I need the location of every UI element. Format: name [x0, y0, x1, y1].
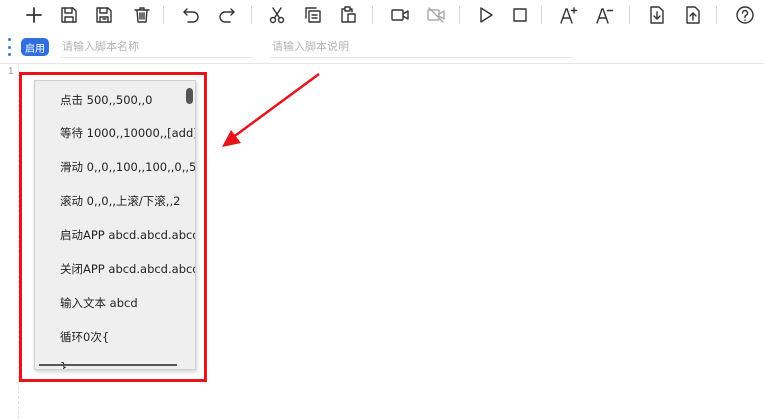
save-as-button[interactable] [92, 3, 116, 27]
scissors-icon [269, 7, 285, 24]
autocomplete-item[interactable]: 启动APP abcd.abcd.abcd [60, 227, 195, 247]
vertical-scrollbar[interactable] [186, 88, 193, 104]
delete-button[interactable] [130, 3, 154, 27]
font-decrease-icon [596, 8, 614, 24]
undo-icon [183, 8, 199, 23]
play-icon [480, 7, 493, 23]
autocomplete-item[interactable]: 滑动 0,,0,,100,,100,,0,,500 [60, 159, 195, 179]
save-button[interactable] [57, 3, 81, 27]
font-increase-icon [560, 7, 578, 24]
autocomplete-item[interactable]: 输入文本 abcd [60, 295, 138, 315]
autocomplete-dropdown: 点击 500,,500,,0 等待 1000,,10000,,[add] 滑动 … [34, 80, 196, 370]
line-gutter [0, 64, 18, 419]
run-button[interactable] [474, 3, 498, 27]
copy-button[interactable] [301, 3, 325, 27]
export-button[interactable] [681, 3, 705, 27]
stop-icon [513, 8, 527, 22]
gutter-divider [18, 64, 19, 419]
font-decrease-button[interactable] [593, 3, 617, 27]
divider [0, 63, 764, 64]
autocomplete-item[interactable]: 关闭APP abcd.abcd.abcd [60, 261, 195, 281]
import-button[interactable] [645, 3, 669, 27]
cut-button[interactable] [265, 3, 289, 27]
toolbar [0, 0, 764, 30]
record-off-button[interactable] [424, 3, 448, 27]
help-button[interactable] [733, 3, 757, 27]
stop-button[interactable] [508, 3, 532, 27]
redo-button[interactable] [215, 3, 239, 27]
paste-button[interactable] [336, 3, 360, 27]
autocomplete-item[interactable]: 循环0次{ [60, 329, 109, 349]
save-icon [61, 7, 77, 23]
video-off-icon [427, 7, 445, 23]
horizontal-scrollbar[interactable] [39, 364, 177, 366]
script-description-input[interactable] [270, 36, 574, 58]
export-icon [686, 6, 700, 24]
script-name-input[interactable] [60, 36, 254, 58]
font-increase-button[interactable] [557, 3, 581, 27]
copy-icon [305, 7, 321, 23]
new-button[interactable] [22, 3, 46, 27]
save-as-icon [96, 7, 112, 23]
import-icon [650, 6, 664, 24]
enable-toggle[interactable]: 启用 [21, 38, 49, 56]
autocomplete-item[interactable]: 等待 1000,,10000,,[add] [60, 125, 195, 145]
trash-icon [134, 7, 150, 23]
line-number: 1 [8, 66, 14, 77]
paste-icon [341, 6, 356, 23]
help-icon [736, 6, 754, 24]
undo-button[interactable] [179, 3, 203, 27]
record-button[interactable] [388, 3, 412, 27]
script-info-row: 启用 [0, 32, 764, 62]
plus-icon [26, 7, 42, 23]
redo-icon [219, 8, 235, 23]
video-icon [391, 9, 409, 21]
autocomplete-item[interactable]: 点击 500,,500,,0 [60, 92, 153, 112]
drag-handle-icon[interactable] [8, 38, 12, 56]
autocomplete-item[interactable]: 滚动 0,,0,,上滚/下滚,,2 [60, 193, 180, 213]
